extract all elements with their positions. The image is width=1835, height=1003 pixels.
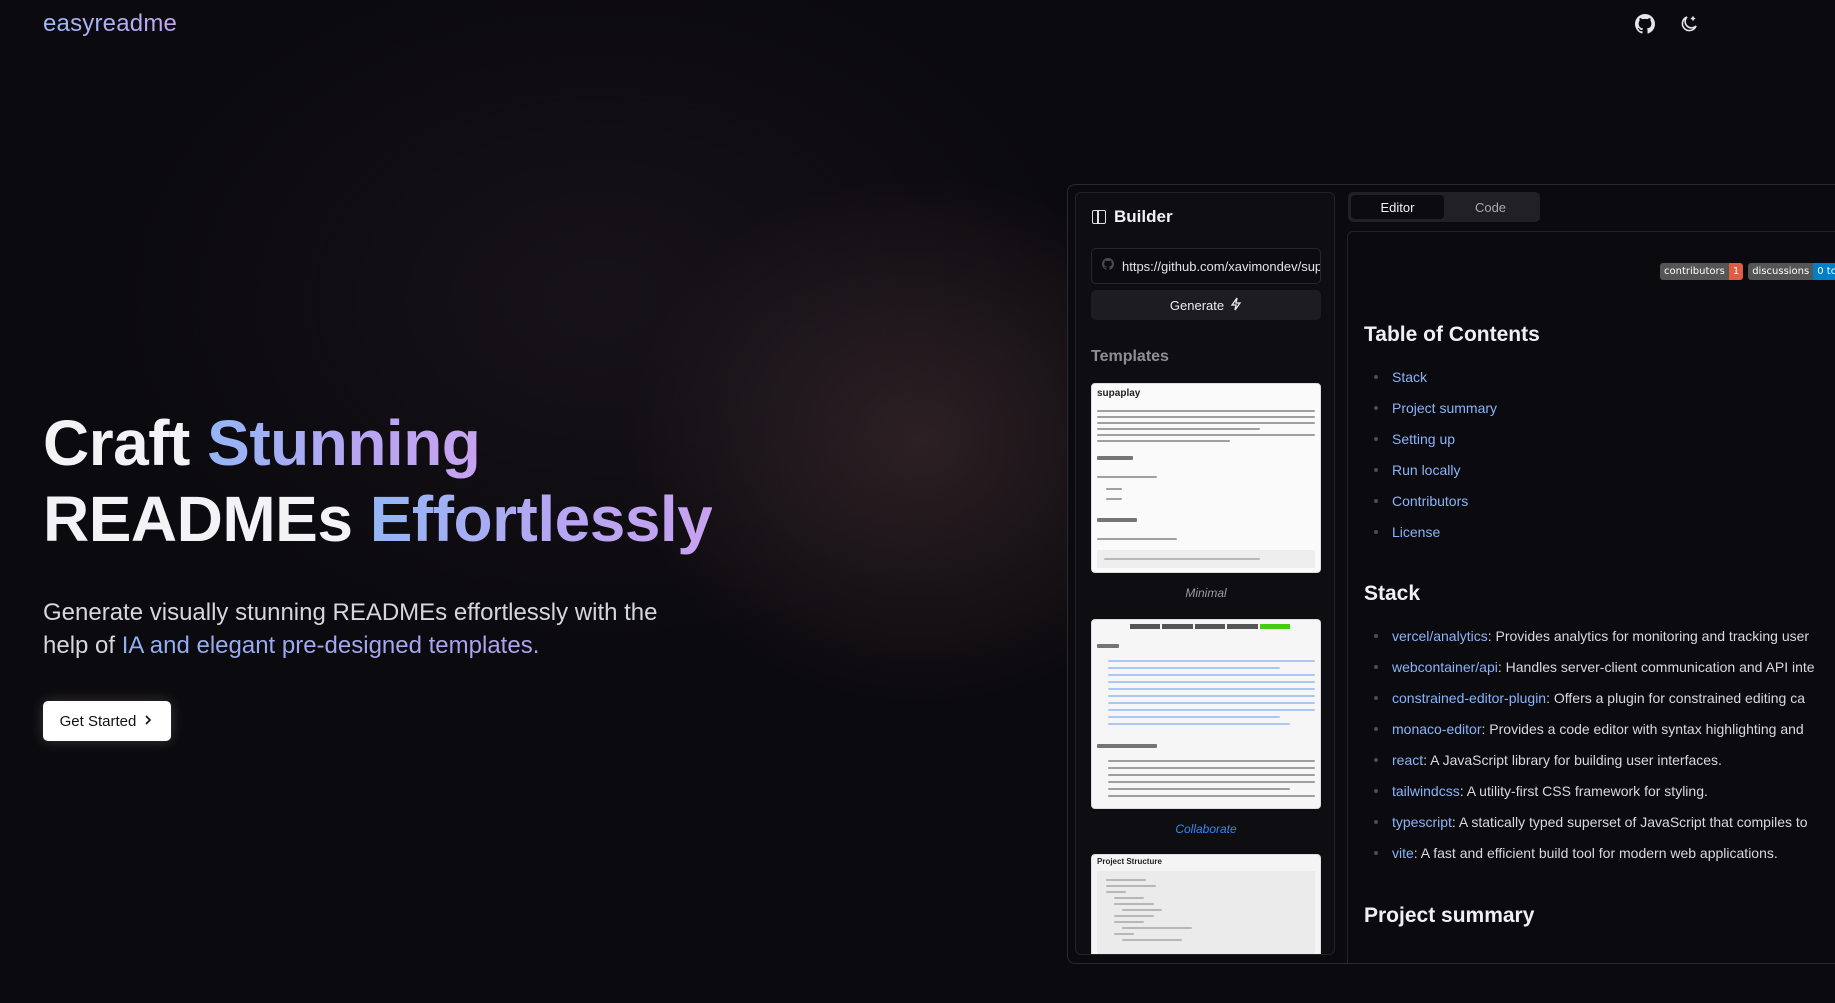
stack-item: webcontainer/api: Handles server-client … [1364,658,1815,689]
bolt-icon [1230,297,1242,314]
toc-list: Stack Project summary Setting up Run loc… [1364,368,1497,554]
get-started-label: Get Started [59,712,137,730]
badge-row: contributors 1 discussions 0 tot [1660,263,1835,280]
toc-item[interactable]: Setting up [1364,430,1497,461]
app-preview: Builder Generate Templates supaplay [1067,184,1835,964]
template-preview-title: supaplay [1097,388,1141,399]
toc-heading: Table of Contents [1364,323,1540,346]
generate-button[interactable]: Generate [1091,290,1321,320]
stack-item: vite: A fast and efficient build tool fo… [1364,844,1815,875]
hero-subtitle: Generate visually stunning READMEs effor… [43,596,683,662]
template-preview-title-structure: Project Structure [1097,857,1162,866]
template-card-minimal[interactable]: supaplay [1091,383,1321,573]
stack-link[interactable]: vite [1392,845,1414,861]
hero-title-plain-2: READMEs [43,483,353,555]
stack-link[interactable]: vercel/analytics [1392,628,1488,644]
stack-item: constrained-editor-plugin: Offers a plug… [1364,689,1815,720]
tab-code[interactable]: Code [1444,195,1537,219]
template-caption-minimal: Minimal [1185,586,1227,600]
stack-link[interactable]: webcontainer/api [1392,659,1498,675]
chevron-right-icon [142,713,154,730]
top-nav: easyreadme [0,0,1835,50]
templates-heading: Templates [1091,348,1169,365]
editor-tabs: Editor Code [1348,192,1540,222]
hero-subtitle-gradient: IA and elegant pre-designed templates. [121,632,540,659]
github-icon[interactable] [1635,14,1655,34]
toc-item[interactable]: Stack [1364,368,1497,399]
stack-link[interactable]: tailwindcss [1392,783,1460,799]
stack-item: tailwindcss: A utility-first CSS framewo… [1364,782,1815,813]
theme-toggle-icon[interactable] [1679,14,1699,34]
template-card-structure[interactable]: Project Structure [1091,854,1321,954]
builder-panel: Builder Generate Templates supaplay [1075,192,1335,955]
hero-title-plain-1: Craft [43,407,190,479]
project-summary-heading: Project summary [1364,904,1535,927]
contributors-badge[interactable]: contributors 1 [1660,263,1744,280]
generate-label: Generate [1169,297,1225,313]
repo-url-field[interactable] [1091,248,1321,284]
stack-link[interactable]: typescript [1392,814,1452,830]
get-started-button[interactable]: Get Started [43,701,171,741]
toc-item[interactable]: Run locally [1364,461,1497,492]
toc-item[interactable]: Contributors [1364,492,1497,523]
hero-title: Craft Stunning READMEs Effortlessly [43,405,743,557]
stack-item: monaco-editor: Provides a code editor wi… [1364,720,1815,751]
brand-logo[interactable]: easyreadme [43,10,177,38]
stack-item: vercel/analytics: Provides analytics for… [1364,627,1815,658]
toc-item[interactable]: Project summary [1364,399,1497,430]
hero-title-gradient-2: Effortlessly [369,483,713,555]
stack-list: vercel/analytics: Provides analytics for… [1364,627,1815,875]
template-caption-collaborate: Collaborate [1175,822,1237,836]
builder-title: Builder [1114,207,1173,226]
github-small-icon [1102,257,1115,275]
sidebar-panel-icon[interactable] [1092,210,1106,224]
stack-link[interactable]: constrained-editor-plugin [1392,690,1546,706]
stack-heading: Stack [1364,582,1421,605]
tab-editor[interactable]: Editor [1351,195,1444,219]
hero-title-gradient-1: Stunning [207,407,481,479]
toc-item[interactable]: License [1364,523,1497,554]
discussions-badge[interactable]: discussions 0 tot [1748,263,1835,280]
template-card-collaborate[interactable] [1091,619,1321,809]
stack-item: typescript: A statically typed superset … [1364,813,1815,844]
stack-link[interactable]: react [1392,752,1423,768]
stack-item: react: A JavaScript library for building… [1364,751,1815,782]
repo-url-input[interactable] [1122,258,1320,274]
builder-header: Builder [1092,207,1173,227]
stack-link[interactable]: monaco-editor [1392,721,1482,737]
readme-preview: contributors 1 discussions 0 tot Table o… [1347,231,1835,963]
